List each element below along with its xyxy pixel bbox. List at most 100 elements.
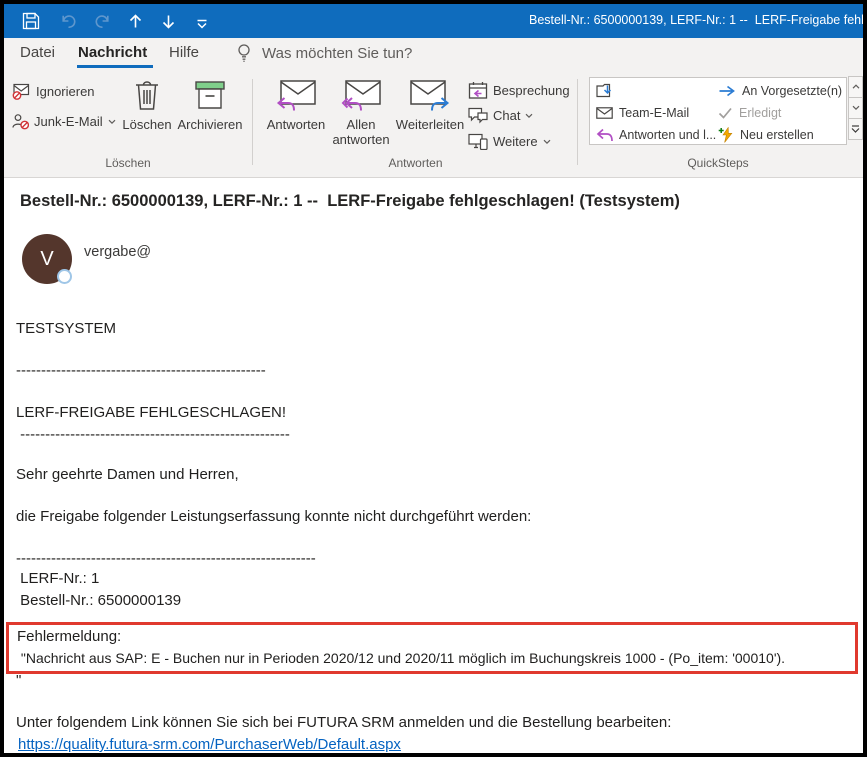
move-up-icon[interactable] <box>126 12 144 30</box>
more-respond-button[interactable]: Weitere <box>468 133 551 150</box>
reply-label: Antworten <box>267 117 326 132</box>
quickstep-reply-delete-item[interactable]: Antworten und l... <box>596 125 716 145</box>
reading-pane: Bestell-Nr.: 6500000139, LERF-Nr.: 1 -- … <box>4 178 863 753</box>
body-divider: ----------------------------------------… <box>16 426 290 443</box>
presence-badge <box>57 269 72 284</box>
tab-nachricht[interactable]: Nachricht <box>78 44 147 61</box>
junk-button[interactable]: Junk-E-Mail <box>12 113 116 130</box>
quickstep-reply-delete-label: Antworten und l... <box>619 128 716 142</box>
group-label-quicksteps: QuickSteps <box>589 156 847 170</box>
group-divider <box>577 79 578 165</box>
purple-reply-arrow-icon <box>596 128 613 143</box>
save-icon[interactable] <box>22 12 40 30</box>
body-system-line: TESTSYSTEM <box>16 320 116 337</box>
more-respond-label: Weitere <box>493 134 538 149</box>
tab-datei[interactable]: Datei <box>20 44 55 61</box>
quickstep-create-new-label: Neu erstellen <box>740 128 814 142</box>
redo-icon[interactable] <box>93 12 111 30</box>
error-text: "Nachricht aus SAP: E - Buchen nur in Pe… <box>17 650 785 666</box>
meeting-button[interactable]: Besprechung <box>468 81 570 100</box>
quickstep-move-label <box>619 83 679 99</box>
error-closing-quote: " <box>16 672 21 689</box>
quickstep-move-item[interactable] <box>596 81 679 101</box>
reply-all-label-line2: antworten <box>332 132 389 147</box>
quickstep-team-email-item[interactable]: Team-E-Mail <box>596 103 689 123</box>
calendar-icon <box>468 81 488 100</box>
lightning-plus-icon <box>718 127 734 143</box>
group-label-antworten: Antworten <box>254 156 577 170</box>
avatar-initial: V <box>40 248 53 271</box>
reply-all-label-line1: Allen <box>347 117 376 132</box>
active-tab-underline <box>77 65 153 68</box>
forward-label: Weiterleiten <box>396 117 464 132</box>
chat-label: Chat <box>493 108 520 123</box>
link-intro: Unter folgendem Link können Sie sich bei… <box>16 714 671 731</box>
chat-button[interactable]: Chat <box>468 107 533 124</box>
undo-icon[interactable] <box>59 12 77 30</box>
archive-button[interactable]: Archivieren <box>174 77 246 132</box>
group-label-loeschen: Löschen <box>4 156 252 170</box>
reply-all-icon <box>340 79 382 113</box>
titlebar: Bestell-Nr.: 6500000139, LERF-Nr.: 1 -- … <box>4 4 863 38</box>
tellme-label: Was möchten Sie tun? <box>262 45 412 62</box>
ribbon: Ignorieren Junk-E-Mail <box>4 71 863 178</box>
forward-button[interactable]: Weiterleiten <box>392 79 468 132</box>
body-divider: ----------------------------------------… <box>16 550 316 567</box>
body-divider: ----------------------------------------… <box>16 362 266 379</box>
blue-right-arrow-icon <box>718 85 736 97</box>
app-surface: Bestell-Nr.: 6500000139, LERF-Nr.: 1 -- … <box>4 4 863 753</box>
chevron-down-icon <box>108 119 116 125</box>
reply-all-button[interactable]: Allen antworten <box>330 79 392 147</box>
archive-icon <box>192 77 228 113</box>
body-intro: die Freigabe folgender Leistungserfassun… <box>16 508 531 525</box>
message-subject: Bestell-Nr.: 6500000139, LERF-Nr.: 1 -- … <box>20 192 680 211</box>
reply-button[interactable]: Antworten <box>262 79 330 132</box>
tellme-search[interactable]: Was möchten Sie tun? <box>236 43 412 63</box>
envelope-icon <box>596 107 613 119</box>
quickstep-done-label: Erledigt <box>739 106 781 120</box>
quickstep-to-manager-label: An Vorgesetzte(n) <box>742 84 842 98</box>
body-salutation: Sehr geehrte Damen und Herren, <box>16 466 239 483</box>
move-down-icon[interactable] <box>159 12 177 30</box>
srm-portal-link[interactable]: https://quality.futura-srm.com/Purchaser… <box>18 736 401 753</box>
customize-quick-access-icon[interactable] <box>193 15 211 33</box>
gallery-more-button[interactable] <box>848 118 863 140</box>
archive-label: Archivieren <box>177 117 242 132</box>
quickstep-done-item[interactable]: Erledigt <box>718 103 781 123</box>
tab-hilfe[interactable]: Hilfe <box>169 44 199 61</box>
body-lerf-number: LERF-Nr.: 1 <box>16 570 99 587</box>
reply-icon <box>275 79 317 113</box>
quickstep-create-new-item[interactable]: Neu erstellen <box>718 125 814 145</box>
lightbulb-icon <box>236 43 252 63</box>
gallery-scroll-up-button[interactable] <box>848 76 863 98</box>
delete-button[interactable]: Löschen <box>120 77 174 132</box>
junk-label: Junk-E-Mail <box>34 114 103 129</box>
body-order-number: Bestell-Nr.: 6500000139 <box>16 592 181 609</box>
chevron-down-icon <box>543 139 551 145</box>
quickstep-team-email-label: Team-E-Mail <box>619 106 689 120</box>
gallery-scrollbar <box>848 77 863 145</box>
meeting-label: Besprechung <box>493 83 570 98</box>
devices-icon <box>468 133 488 150</box>
trash-icon <box>132 77 162 113</box>
ignore-icon <box>12 83 31 100</box>
ribbon-tabs: Datei Nachricht Hilfe Was möchten Sie tu… <box>4 38 863 71</box>
body-headline: LERF-FREIGABE FEHLGESCHLAGEN! <box>16 404 286 421</box>
ignore-label: Ignorieren <box>36 84 95 99</box>
gallery-scroll-down-button[interactable] <box>848 97 863 119</box>
error-highlight-box: Fehlermeldung: "Nachricht aus SAP: E - B… <box>6 622 858 674</box>
chat-icon <box>468 107 488 124</box>
delete-label: Löschen <box>122 117 171 132</box>
group-divider <box>252 79 253 165</box>
window-title: Bestell-Nr.: 6500000139, LERF-Nr.: 1 -- … <box>529 13 863 31</box>
error-label: Fehlermeldung: <box>17 628 121 645</box>
quickstep-to-manager-item[interactable]: An Vorgesetzte(n) <box>718 81 842 101</box>
chevron-down-icon <box>525 113 533 119</box>
forward-icon <box>409 79 451 113</box>
sender-name[interactable]: vergabe@ <box>84 244 151 260</box>
check-icon <box>718 107 733 119</box>
outlook-message-window: Bestell-Nr.: 6500000139, LERF-Nr.: 1 -- … <box>0 0 867 757</box>
ignore-button[interactable]: Ignorieren <box>12 83 95 100</box>
junk-icon <box>12 113 29 130</box>
move-to-folder-icon <box>596 83 613 99</box>
